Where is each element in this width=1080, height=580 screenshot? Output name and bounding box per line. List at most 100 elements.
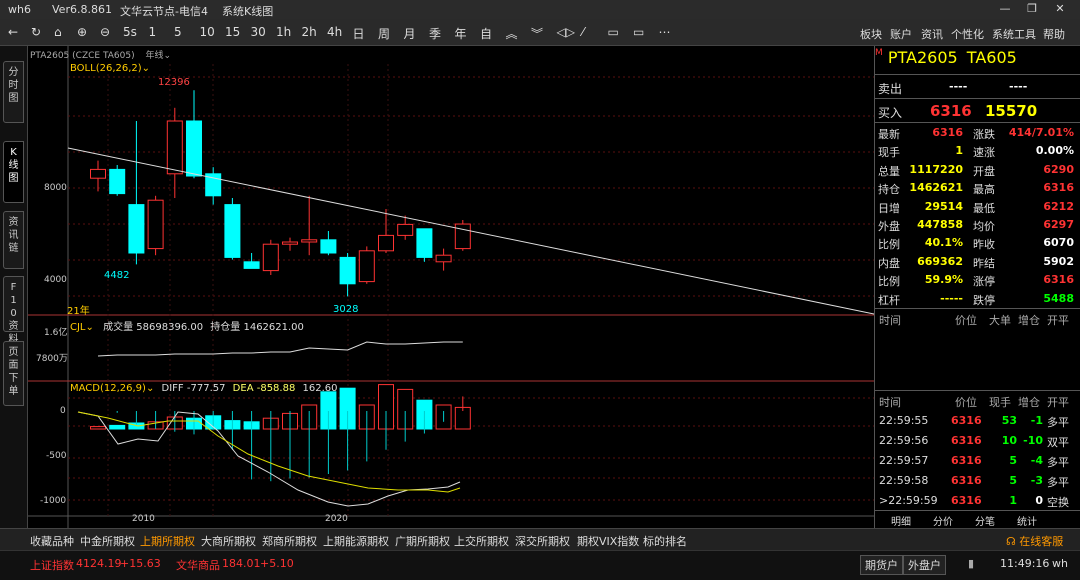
tab-tick[interactable]: 分笔 — [971, 512, 999, 529]
menu-personalize[interactable]: 个性化 — [951, 26, 984, 42]
foreign-account-button[interactable]: 外盘户 — [903, 555, 946, 575]
cjl-label[interactable]: CJL — [70, 322, 86, 333]
chevron-down-icon[interactable]: ⌄ — [164, 51, 172, 61]
tab-order[interactable]: 页面下单 — [3, 341, 24, 406]
online-service-button[interactable]: ☊ 在线客服 — [1006, 533, 1063, 549]
period-day[interactable]: 日 — [353, 25, 365, 42]
tab-detail[interactable]: 明细 — [887, 512, 915, 529]
tick-time: >22:59:59 — [879, 494, 938, 507]
period-5m[interactable]: 5 — [174, 25, 182, 39]
period-30m[interactable]: 30 — [251, 25, 266, 39]
period-quarter[interactable]: 季 — [429, 25, 441, 42]
close-button[interactable]: ✕ — [1050, 2, 1070, 17]
quote-row: 日增 29514 最低 6212 — [875, 198, 1080, 216]
tick-time: 22:59:57 — [879, 454, 929, 467]
period-15m[interactable]: 15 — [225, 25, 240, 39]
menu-sector[interactable]: 板块 — [860, 26, 882, 42]
market-tab[interactable]: 大商所期权 — [201, 533, 256, 549]
index2-value: 184.01 — [222, 557, 261, 570]
market-tab[interactable]: 收藏品种 — [30, 533, 74, 549]
divider — [875, 122, 1080, 123]
period-custom[interactable]: 自 — [480, 25, 492, 42]
market-tab[interactable]: 深交所期权 — [515, 533, 570, 549]
period-week[interactable]: 周 — [378, 25, 390, 42]
draw-line-icon[interactable]: ⁄ — [582, 25, 584, 39]
index1-name[interactable]: 上证指数 — [30, 557, 74, 573]
tick-openclose: 多平 — [1047, 416, 1069, 429]
online-service-label: 在线客服 — [1019, 535, 1064, 548]
quote-label: 比例 — [878, 275, 900, 289]
futures-account-button[interactable]: 期货户 — [860, 555, 903, 575]
chevron-down-icon[interactable]: ⌄ — [86, 322, 94, 333]
minimize-button[interactable]: — — [995, 2, 1015, 17]
collapse-down-icon[interactable]: ︾ — [531, 25, 543, 42]
period-1m[interactable]: 1 — [149, 25, 157, 39]
boll-text: BOLL(26,26,2) — [70, 63, 142, 74]
menu-system-tools[interactable]: 系统工具 — [992, 26, 1036, 42]
period-5s[interactable]: 5s — [123, 25, 137, 39]
pan-icon[interactable]: ◁▷ — [557, 25, 575, 39]
tab-timeshare-label: 分时图 — [8, 67, 19, 104]
menu-help[interactable]: 帮助 — [1043, 26, 1065, 42]
sell-row[interactable]: 卖出 ---- ---- — [875, 78, 1080, 96]
period-selector[interactable]: 年线 — [145, 51, 163, 61]
tick-row[interactable]: 22:59:57 6316 5 -4 多平 — [875, 452, 1080, 470]
chart-area[interactable] — [28, 46, 874, 528]
vol-axis-label: 1.6亿 — [44, 328, 68, 338]
quote-value: 6316 — [1043, 181, 1074, 195]
market-tab[interactable]: 郑商所期权 — [262, 533, 317, 549]
tick-row[interactable]: 22:59:56 6316 10 -10 双平 — [875, 432, 1080, 450]
market-tab[interactable]: 上期所期权 — [140, 533, 195, 549]
quote-label: 现手 — [878, 146, 900, 160]
tick-row[interactable]: >22:59:59 6316 1 0 空换 — [875, 492, 1080, 510]
market-tab[interactable]: 期权VIX指数 — [577, 533, 639, 549]
period-2h[interactable]: 2h — [302, 25, 317, 39]
period-4h[interactable]: 4h — [327, 25, 342, 39]
zoom-in-icon[interactable]: ⊕ — [77, 25, 87, 39]
market-tab[interactable]: 上期能源期权 — [323, 533, 389, 549]
market-tab[interactable]: 上交所期权 — [454, 533, 509, 549]
tab-kline[interactable]: K线图 — [3, 141, 24, 203]
symbol-header: PTA2605 (CZCE TA605) 年线⌄ — [30, 48, 171, 61]
buy-row[interactable]: 买入 6316 15570 — [875, 100, 1080, 122]
macd-label[interactable]: MACD(12,26,9) — [70, 383, 146, 394]
period-year[interactable]: 年 — [455, 25, 467, 42]
more-icon[interactable]: ⋯ — [659, 25, 671, 39]
index2-name[interactable]: 文华商品 — [176, 557, 220, 573]
refresh-icon[interactable]: ↻ — [31, 25, 41, 39]
collapse-up-icon[interactable]: ︽ — [506, 25, 518, 42]
market-tab[interactable]: 广期所期权 — [395, 533, 450, 549]
period-10m[interactable]: 10 — [200, 25, 215, 39]
tick-hand: 5 — [1009, 454, 1017, 467]
kline-chart[interactable] — [28, 46, 874, 528]
tick-row[interactable]: 22:59:58 6316 5 -3 多平 — [875, 472, 1080, 490]
candle-body — [147, 199, 164, 250]
boll-label[interactable]: BOLL(26,26,2)⌄ — [70, 63, 150, 74]
layout-icon[interactable]: ▭ — [633, 25, 644, 39]
tab-newslink[interactable]: 资讯链 — [3, 211, 24, 269]
candle-body — [109, 168, 126, 195]
market-tab[interactable]: 标的排名 — [643, 533, 687, 549]
back-icon[interactable]: ← — [8, 25, 18, 39]
candle-body — [301, 239, 318, 243]
tab-f10[interactable]: F10资料 — [3, 276, 24, 345]
tab-price-dist[interactable]: 分价 — [929, 512, 957, 529]
market-tab[interactable]: 中金所期权 — [80, 533, 135, 549]
tick-row[interactable]: 22:59:55 6316 53 -1 多平 — [875, 412, 1080, 430]
home-icon[interactable]: ⌂ — [54, 25, 62, 39]
menu-account[interactable]: 账户 — [890, 26, 912, 42]
buy-label: 买入 — [878, 106, 903, 120]
quote-value: ----- — [940, 291, 963, 305]
period-1h[interactable]: 1h — [276, 25, 291, 39]
sell-label: 卖出 — [878, 82, 903, 96]
price-axis-label: 8000 — [44, 183, 67, 193]
maximize-button[interactable]: ❐ — [1022, 2, 1042, 17]
rectangle-icon[interactable]: ▭ — [608, 25, 619, 39]
tab-timeshare[interactable]: 分时图 — [3, 61, 24, 123]
period-month[interactable]: 月 — [404, 25, 416, 42]
menu-news[interactable]: 资讯 — [921, 26, 943, 42]
candle-body — [186, 120, 202, 177]
tab-stats[interactable]: 统计 — [1013, 512, 1041, 529]
chevron-down-icon[interactable]: ⌄ — [146, 383, 154, 394]
zoom-out-icon[interactable]: ⊖ — [100, 25, 110, 39]
